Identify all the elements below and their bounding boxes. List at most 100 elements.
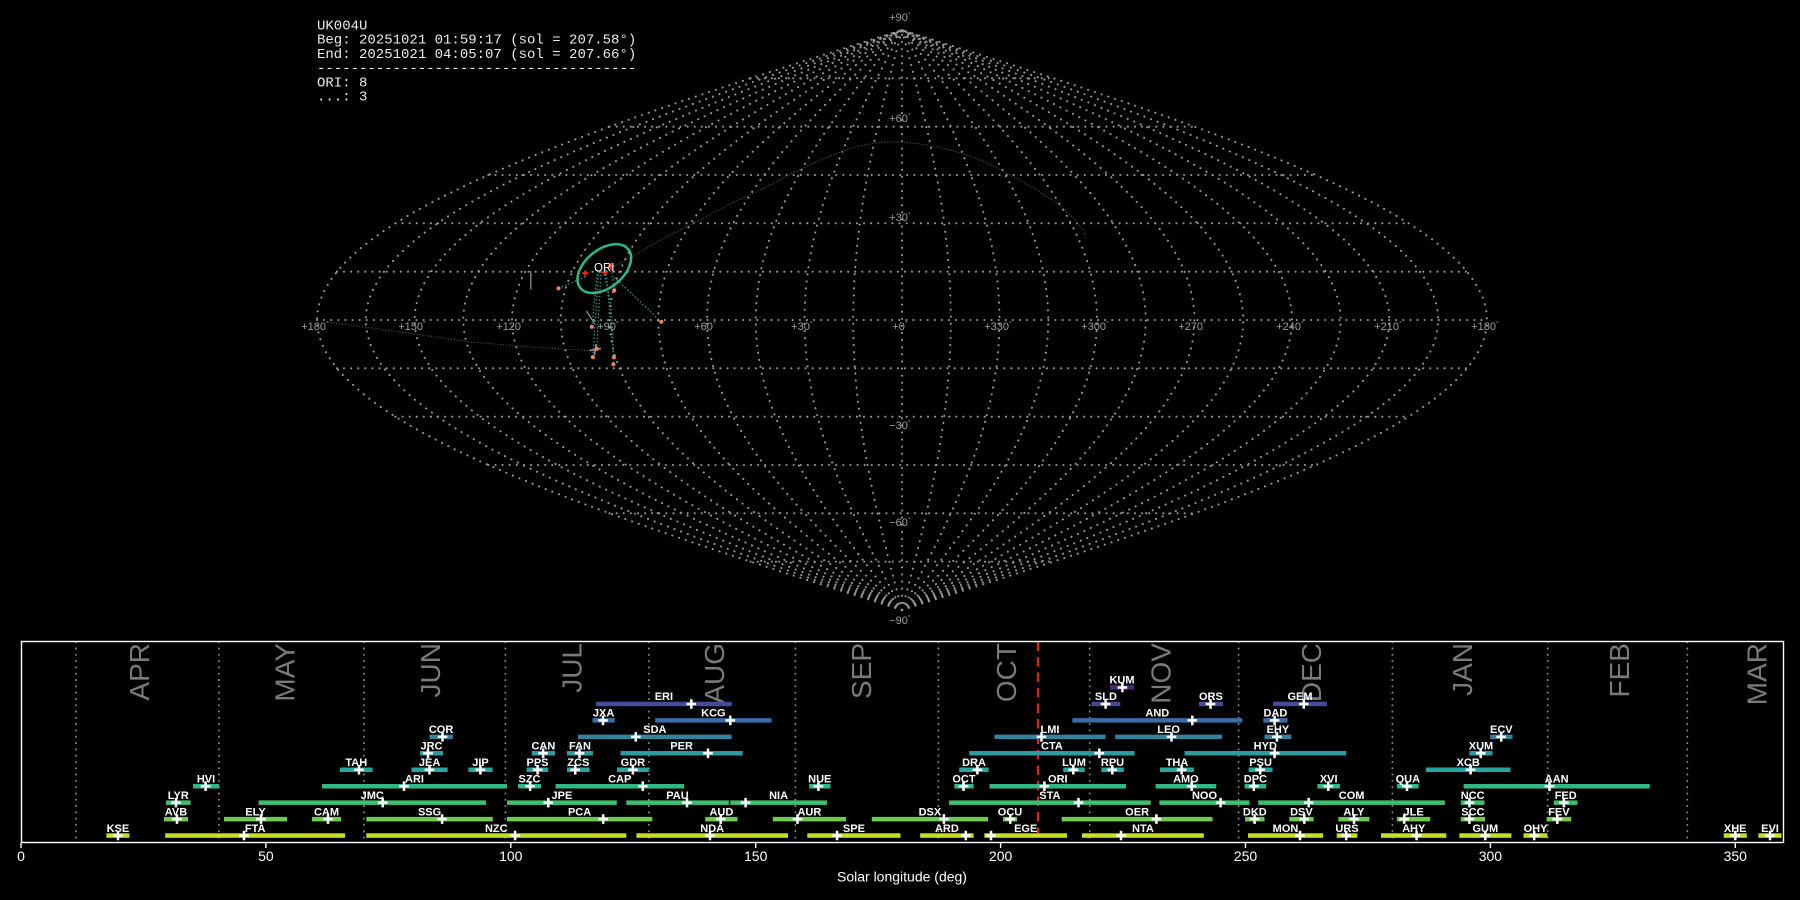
svg-text:NDA: NDA: [700, 823, 724, 835]
svg-text:SEP: SEP: [846, 643, 877, 699]
svg-text:FAN: FAN: [569, 741, 591, 753]
svg-text:Solar longitude (deg): Solar longitude (deg): [837, 869, 967, 885]
svg-text:DRA: DRA: [962, 757, 986, 769]
svg-text:LMI: LMI: [1041, 724, 1060, 736]
svg-text:LEO: LEO: [1157, 724, 1180, 736]
svg-text:+30°: +30°: [889, 211, 911, 224]
svg-text:NCC: NCC: [1461, 790, 1485, 802]
svg-text:AHY: AHY: [1402, 823, 1426, 835]
svg-text:MAY: MAY: [270, 643, 301, 702]
svg-text:FTA: FTA: [245, 823, 266, 835]
svg-text:ERI: ERI: [655, 691, 673, 703]
svg-text:KUM: KUM: [1109, 675, 1134, 687]
svg-text:XCB: XCB: [1457, 757, 1480, 769]
svg-text:OCU: OCU: [998, 806, 1023, 818]
svg-text:MON: MON: [1273, 823, 1299, 835]
svg-text:DSV: DSV: [1290, 806, 1313, 818]
svg-text:50: 50: [258, 848, 274, 864]
svg-text:LUM: LUM: [1062, 757, 1086, 769]
svg-text:350: 350: [1724, 848, 1748, 864]
svg-text:HVI: HVI: [197, 773, 215, 785]
svg-text:+180°: +180°: [1471, 320, 1499, 333]
svg-text:ARD: ARD: [935, 823, 959, 835]
svg-text:CAM: CAM: [314, 806, 339, 818]
svg-text:GDR: GDR: [621, 757, 646, 769]
svg-text:JLE: JLE: [1404, 806, 1424, 818]
svg-text:APR: APR: [124, 643, 155, 701]
svg-text:EGE: EGE: [1014, 823, 1037, 835]
svg-text:SCC: SCC: [1461, 806, 1484, 818]
svg-text:QUA: QUA: [1396, 773, 1421, 785]
svg-text:ALY: ALY: [1343, 806, 1365, 818]
svg-text:+90°: +90°: [597, 320, 619, 333]
svg-text:RPU: RPU: [1101, 757, 1124, 769]
svg-text:JPE: JPE: [552, 790, 573, 802]
svg-text:+270°: +270°: [1178, 320, 1206, 333]
svg-text:JUL: JUL: [557, 643, 588, 693]
svg-text:LYR: LYR: [168, 790, 189, 802]
svg-text:DKD: DKD: [1243, 806, 1267, 818]
svg-text:AUG: AUG: [699, 643, 730, 704]
svg-text:FED: FED: [1555, 790, 1577, 802]
svg-text:200: 200: [989, 848, 1013, 864]
svg-text:PER: PER: [670, 741, 693, 753]
svg-text:FEB: FEB: [1604, 643, 1635, 697]
svg-text:PAU: PAU: [666, 790, 688, 802]
svg-text:AVB: AVB: [165, 806, 187, 818]
svg-text:GEM: GEM: [1287, 691, 1312, 703]
svg-text:SLD: SLD: [1095, 691, 1117, 703]
svg-text:+150°: +150°: [398, 320, 426, 333]
svg-text:JMC: JMC: [361, 790, 384, 802]
svg-text:−90°: −90°: [889, 614, 911, 627]
svg-text:SPE: SPE: [843, 823, 865, 835]
svg-text:OHY: OHY: [1524, 823, 1549, 835]
svg-text:PSU: PSU: [1249, 757, 1272, 769]
svg-text:AUR: AUR: [797, 806, 821, 818]
svg-text:URS: URS: [1335, 823, 1358, 835]
svg-text:KCG: KCG: [701, 708, 725, 720]
svg-text:ORS: ORS: [1199, 691, 1223, 703]
svg-text:STA: STA: [1039, 790, 1060, 802]
svg-text:CAP: CAP: [608, 773, 631, 785]
svg-text:NZC: NZC: [485, 823, 508, 835]
svg-text:ORI: ORI: [594, 263, 614, 275]
svg-text:JRC: JRC: [420, 741, 442, 753]
svg-text:NIA: NIA: [769, 790, 788, 802]
svg-text:GUM: GUM: [1472, 823, 1498, 835]
svg-text:+300°: +300°: [1081, 320, 1109, 333]
svg-text:XUM: XUM: [1469, 741, 1493, 753]
svg-text:OCT: OCT: [991, 643, 1022, 702]
svg-text:JEA: JEA: [419, 757, 440, 769]
svg-text:EHY: EHY: [1267, 724, 1290, 736]
svg-text:+60°: +60°: [889, 112, 911, 125]
svg-text:XHE: XHE: [1724, 823, 1747, 835]
svg-text:SZC: SZC: [519, 773, 541, 785]
svg-text:COM: COM: [1339, 790, 1365, 802]
svg-text:THA: THA: [1166, 757, 1189, 769]
svg-text:EVI: EVI: [1761, 823, 1779, 835]
svg-text:+90°: +90°: [889, 11, 911, 24]
svg-text:300: 300: [1479, 848, 1503, 864]
svg-text:JAN: JAN: [1447, 643, 1478, 696]
svg-text:JIP: JIP: [472, 757, 489, 769]
svg-text:+240°: +240°: [1276, 320, 1304, 333]
svg-text:−30°: −30°: [889, 419, 911, 432]
svg-text:+210°: +210°: [1374, 320, 1402, 333]
svg-text:+30°: +30°: [791, 320, 813, 333]
svg-text:OCT: OCT: [952, 773, 976, 785]
svg-text:JXA: JXA: [593, 708, 614, 720]
svg-text:+330°: +330°: [984, 320, 1012, 333]
svg-text:KSE: KSE: [107, 823, 130, 835]
svg-text:+180°: +180°: [301, 320, 329, 333]
svg-text:+120°: +120°: [496, 320, 524, 333]
svg-text:SSG: SSG: [418, 806, 441, 818]
svg-text:PCA: PCA: [568, 806, 591, 818]
svg-text:JUN: JUN: [415, 643, 446, 697]
svg-text:DPC: DPC: [1244, 773, 1267, 785]
svg-text:−60°: −60°: [889, 516, 911, 529]
svg-text:XVI: XVI: [1320, 773, 1338, 785]
svg-text:OER: OER: [1125, 806, 1149, 818]
svg-text:100: 100: [499, 848, 523, 864]
svg-text:MAR: MAR: [1742, 643, 1773, 705]
svg-text:CTA: CTA: [1041, 741, 1063, 753]
